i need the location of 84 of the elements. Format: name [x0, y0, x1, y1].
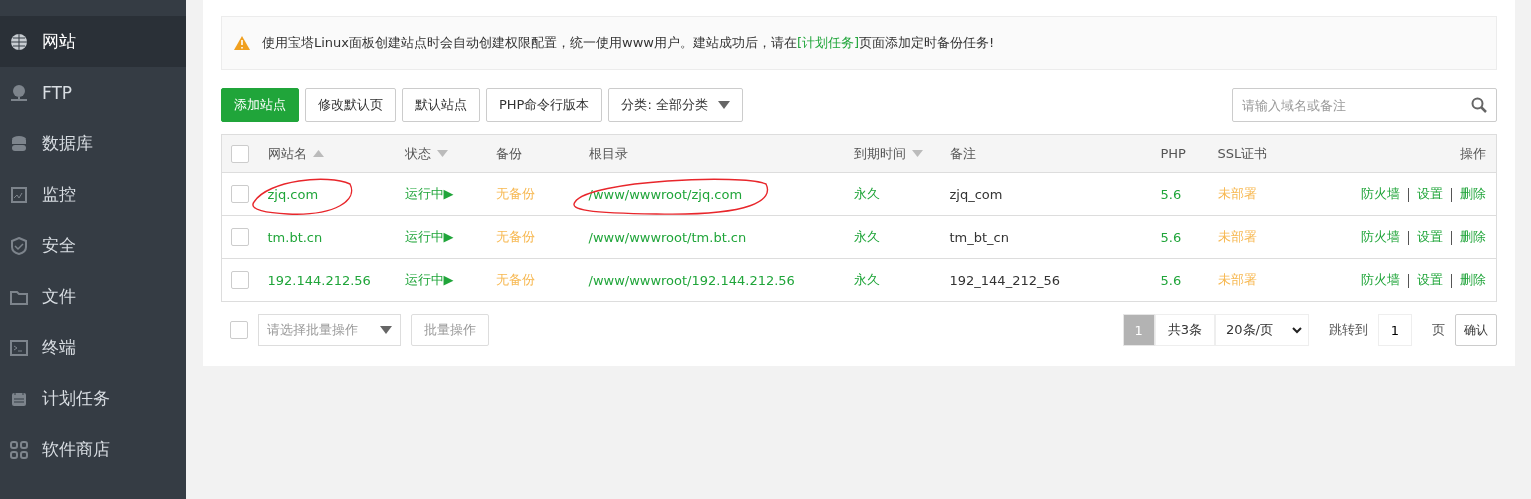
- action-link[interactable]: 设置: [1417, 229, 1443, 244]
- action-link[interactable]: 删除: [1460, 229, 1486, 244]
- toolbar-button[interactable]: 修改默认页: [305, 88, 396, 122]
- action-link[interactable]: 删除: [1460, 272, 1486, 287]
- row-checkbox[interactable]: [231, 271, 249, 289]
- row-checkbox[interactable]: [231, 185, 249, 203]
- php-version-link[interactable]: 5.6: [1160, 272, 1182, 288]
- column-header: 备份: [495, 144, 522, 163]
- toolbar-button[interactable]: PHP命令行版本: [486, 88, 603, 122]
- status-link[interactable]: 运行中▶: [404, 228, 454, 246]
- sidebar-item[interactable]: 计划任务: [0, 373, 186, 424]
- backup-link[interactable]: 无备份: [495, 228, 535, 246]
- action-link[interactable]: 设置: [1417, 186, 1443, 201]
- shield-icon: [10, 236, 28, 255]
- status-link[interactable]: 运行中▶: [404, 185, 454, 203]
- select-all-checkbox[interactable]: [230, 321, 248, 339]
- batch-select[interactable]: 请选择批量操作: [258, 314, 401, 346]
- sidebar-item[interactable]: 终端: [0, 322, 186, 373]
- action-link[interactable]: 防火墙: [1361, 229, 1400, 244]
- remark-cell[interactable]: zjq_com: [949, 186, 1003, 202]
- sort-down-icon[interactable]: [911, 150, 923, 157]
- category-dropdown[interactable]: 分类: 全部分类: [608, 88, 743, 122]
- sidebar-item[interactable]: 监控: [0, 169, 186, 220]
- toolbar-button[interactable]: 默认站点: [402, 88, 480, 122]
- action-link[interactable]: 设置: [1417, 272, 1443, 287]
- sidebar-item[interactable]: 网站: [0, 16, 186, 67]
- sort-up-icon[interactable]: [312, 150, 324, 157]
- confirm-button[interactable]: 确认: [1455, 314, 1497, 346]
- expiry-cell[interactable]: 永久: [853, 185, 880, 203]
- database-icon: [10, 134, 28, 153]
- caret-icon: [380, 326, 392, 334]
- warning-icon: [234, 36, 250, 50]
- sidebar-item[interactable]: 安全: [0, 220, 186, 271]
- site-name-link[interactable]: tm.bt.cn: [267, 229, 323, 245]
- php-version-link[interactable]: 5.6: [1160, 186, 1182, 202]
- column-header[interactable]: 网站名: [267, 144, 307, 163]
- ssl-link[interactable]: 未部署: [1217, 228, 1257, 246]
- sidebar-item[interactable]: FTP: [0, 67, 186, 118]
- notice-text: 使用宝塔Linux面板创建站点时会自动创建权限配置，统一使用www用户。建站成功后，请在[计划任务]页面添加定时备份任务!: [262, 34, 995, 52]
- site-name-link[interactable]: 192.144.212.56: [267, 272, 371, 288]
- search-icon[interactable]: [1471, 97, 1487, 113]
- schedule-link[interactable]: [计划任务]: [796, 35, 860, 50]
- column-header: 操作: [1460, 144, 1486, 163]
- page-input[interactable]: 1: [1378, 314, 1412, 346]
- column-header: 根目录: [588, 144, 628, 163]
- root-path-link[interactable]: /www/wwwroot/192.144.212.56: [588, 272, 795, 288]
- terminal-icon: [10, 338, 28, 357]
- backup-link[interactable]: 无备份: [495, 271, 535, 289]
- grid-icon: [10, 440, 28, 459]
- sidebar-item[interactable]: 文件: [0, 271, 186, 322]
- expiry-cell[interactable]: 永久: [853, 271, 880, 289]
- backup-link[interactable]: 无备份: [495, 185, 535, 203]
- chevron-icon: [1292, 326, 1302, 334]
- status-link[interactable]: 运行中▶: [404, 271, 454, 289]
- action-link[interactable]: 删除: [1460, 186, 1486, 201]
- ssl-link[interactable]: 未部署: [1217, 185, 1257, 203]
- sidebar-item[interactable]: 数据库: [0, 118, 186, 169]
- search-field[interactable]: 请输入域名或备注: [1232, 88, 1497, 122]
- monitor-icon: [10, 185, 28, 204]
- column-header: 备注: [949, 144, 976, 163]
- add-site-button[interactable]: 添加站点: [221, 88, 299, 122]
- ssl-link[interactable]: 未部署: [1217, 271, 1257, 289]
- root-path-link[interactable]: /www/wwwroot/tm.bt.cn: [588, 229, 747, 245]
- caret-icon: [718, 101, 730, 109]
- page-size-select[interactable]: 20条/页: [1215, 314, 1309, 346]
- action-link[interactable]: 防火墙: [1361, 272, 1400, 287]
- action-link[interactable]: 防火墙: [1361, 186, 1400, 201]
- column-header[interactable]: 状态: [404, 144, 431, 163]
- expiry-cell[interactable]: 永久: [853, 228, 880, 246]
- remark-cell[interactable]: tm_bt_cn: [949, 229, 1009, 245]
- remark-cell[interactable]: 192_144_212_56: [949, 272, 1060, 288]
- sidebar-item[interactable]: 软件商店: [0, 424, 186, 475]
- select-all-checkbox[interactable]: [231, 144, 249, 163]
- page-button[interactable]: 1: [1122, 314, 1155, 346]
- column-header: PHP: [1160, 146, 1186, 161]
- globe-icon: [10, 32, 28, 51]
- column-header: SSL证书: [1217, 144, 1268, 163]
- jump-label: 跳转到: [1329, 321, 1368, 339]
- total-count: 共3条: [1154, 314, 1215, 346]
- php-version-link[interactable]: 5.6: [1160, 229, 1182, 245]
- batch-button[interactable]: 批量操作: [411, 314, 489, 346]
- row-checkbox[interactable]: [231, 228, 249, 246]
- page-unit: 页: [1432, 321, 1445, 339]
- sort-down-icon[interactable]: [436, 150, 448, 157]
